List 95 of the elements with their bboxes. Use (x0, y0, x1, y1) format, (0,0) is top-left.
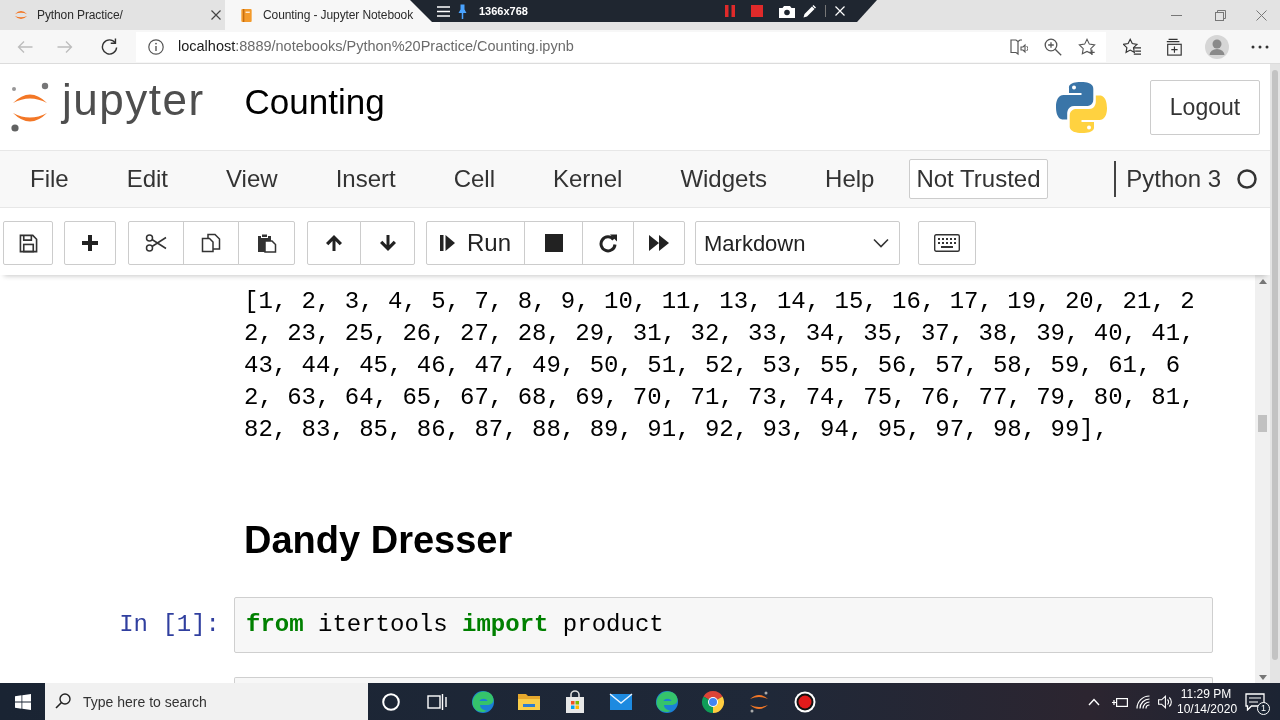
logout-button[interactable]: Logout (1150, 79, 1260, 135)
swirl-icon[interactable] (471, 689, 495, 714)
plus-icon (81, 234, 99, 252)
ring-icon[interactable] (382, 692, 400, 711)
kernel-name: Python 3 (1126, 164, 1221, 194)
search-icon (55, 693, 71, 709)
menu-item[interactable]: Help (796, 161, 904, 197)
arcs-icon (14, 8, 28, 22)
menu-item[interactable]: Widgets (651, 161, 797, 197)
circle-icon (1237, 169, 1257, 189)
copy-button[interactable] (183, 221, 239, 265)
info-icon[interactable] (148, 38, 164, 55)
menu-item[interactable]: Kernel (524, 161, 652, 197)
run-all-button[interactable] (633, 221, 685, 265)
notification-badge: 1 (1257, 701, 1270, 715)
refresh-icon[interactable] (101, 38, 118, 55)
arcs-logo-icon (10, 82, 50, 132)
envelope-icon[interactable] (609, 692, 633, 711)
menu-item[interactable]: File (1, 161, 98, 197)
insert-cell-button[interactable] (64, 221, 116, 265)
paste-button[interactable] (238, 221, 295, 265)
url-field[interactable]: localhost:8889/notebooks/Python%20Practice/Counting.ipynb (136, 31, 1106, 62)
clock-date[interactable]: 10/14/2020 (1177, 701, 1235, 717)
fast-forward-icon (649, 235, 669, 251)
restore-icon[interactable] (1214, 9, 1226, 21)
stop-button[interactable] (524, 221, 583, 265)
arcs-icon[interactable] (749, 690, 769, 713)
caret-down-icon (1258, 675, 1267, 680)
segmented-circle-icon[interactable] (701, 689, 725, 714)
output-text: [1, 2, 3, 4, 5, 7, 8, 9, 10, 11, 13, 14, 15, 16, 17, 19, 20, 21, 2 2, 23, 25, 26, 27, 28, 29, 31, 32, 33, 34, 35, 37, 38, 39, 40, 41, 43, 44, 45, 46, 47, 49, 50, 51, 52, 53, 55, 56, 57, 58, 59, 61, 6 2, 63, 64, 65, 67, 68, 69, 70, 71, 73, 74, 75, 76, 77, 79, 80, 81, 82, 83, 85, 86, 87, 88, 89, 91, 92, 93, 94, 95, 97, 98, 99], (243, 287, 1195, 445)
clipboard-icon (256, 233, 277, 253)
menu-item[interactable]: Cell (424, 161, 524, 197)
resolution-label: 1366x768 (479, 3, 528, 19)
star-plus-icon[interactable] (1078, 37, 1096, 56)
run-button[interactable]: Run (426, 221, 525, 265)
clock-time[interactable]: 11:29 PM (1177, 686, 1235, 702)
message-icon[interactable] (1245, 692, 1265, 711)
step-forward-icon (440, 234, 455, 252)
pencil-icon[interactable] (803, 4, 816, 18)
speaker-icon[interactable] (1158, 694, 1172, 709)
pin-icon[interactable] (458, 3, 467, 19)
chevron-up-icon[interactable] (1088, 697, 1100, 706)
scissors-icon (145, 233, 167, 253)
move-down-button[interactable] (360, 221, 415, 265)
move-up-button[interactable] (307, 221, 361, 265)
camera-icon[interactable] (779, 4, 795, 18)
save-icon (18, 233, 38, 253)
trust-button[interactable]: Not Trusted (909, 159, 1048, 199)
collections-icon[interactable] (1165, 37, 1183, 56)
scrollbar-thumb[interactable] (1272, 70, 1278, 660)
pause-icon[interactable] (725, 5, 735, 17)
avatar-icon[interactable] (1205, 34, 1229, 59)
menu-item[interactable]: Insert (306, 161, 425, 197)
copy-icon (201, 233, 221, 253)
keyboard-icon (934, 234, 960, 252)
cell-prompt: In [1]: (119, 611, 220, 638)
close-icon[interactable] (211, 10, 221, 20)
menu-item[interactable]: Edit (97, 161, 198, 197)
notebook-title[interactable]: Counting (244, 83, 385, 119)
stop-square-icon (544, 234, 563, 252)
scrollbar[interactable] (1270, 64, 1280, 683)
menu-icon[interactable] (437, 5, 450, 17)
search-field[interactable]: Type here to search (45, 683, 368, 720)
menu-item[interactable]: View (197, 161, 307, 197)
refresh-icon (598, 233, 618, 253)
reader-view-icon[interactable] (1010, 37, 1028, 56)
folder-icon[interactable] (517, 691, 541, 712)
wifi-icon[interactable] (1136, 694, 1150, 709)
keyboard-shortcuts-button[interactable] (918, 221, 976, 265)
caret-up-icon (1258, 279, 1267, 284)
logo-text: jupyter (62, 78, 205, 122)
favorites-icon[interactable] (1123, 37, 1141, 56)
cell-type-select[interactable]: Markdown (695, 221, 900, 265)
task-view-icon[interactable] (427, 692, 447, 711)
book-icon (239, 7, 254, 23)
chevron-down-icon (873, 238, 889, 248)
code-input-field[interactable] (234, 677, 1213, 683)
save-button[interactable] (3, 221, 53, 265)
code-input-field[interactable]: from itertools import product (234, 597, 1213, 653)
shopping-bag-icon[interactable] (564, 689, 586, 714)
arrow-up-icon (325, 234, 343, 252)
record-icon[interactable] (794, 690, 816, 713)
swirl-icon[interactable] (655, 689, 679, 714)
url-text: localhost:8889/notebooks/Python%20Practice/Counting.ipynb (178, 36, 574, 56)
cut-button[interactable] (128, 221, 184, 265)
battery-icon[interactable] (1112, 695, 1128, 708)
restart-button[interactable] (582, 221, 634, 265)
snakes-logo-icon (1055, 80, 1108, 134)
scrollbar[interactable] (1255, 275, 1270, 683)
markdown-heading: Dandy Dresser (243, 518, 513, 563)
arrow-down-icon (378, 234, 397, 252)
more-icon[interactable] (1251, 44, 1269, 49)
start-icon[interactable] (14, 693, 31, 710)
scrollbar-thumb[interactable] (1258, 415, 1267, 432)
zoom-in-icon[interactable] (1044, 37, 1062, 56)
